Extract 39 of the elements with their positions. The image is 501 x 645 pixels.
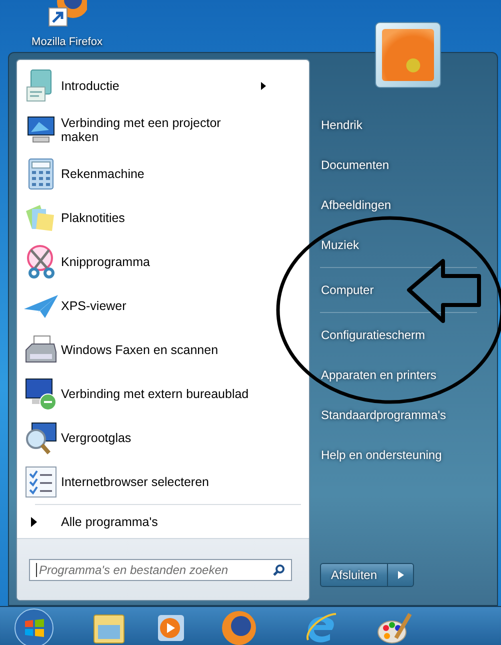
program-item[interactable]: XPS-viewer (17, 284, 309, 328)
program-item[interactable]: Introductie (17, 64, 309, 108)
shutdown-button[interactable]: Afsluiten (320, 563, 388, 587)
program-item[interactable]: Internetbrowser selecteren (17, 460, 309, 504)
checklist-icon (25, 466, 57, 498)
scissors-icon (25, 245, 57, 279)
search-icon (273, 564, 285, 576)
place-link[interactable]: Apparaten en printers (320, 355, 497, 395)
place-link[interactable]: Hendrik (320, 105, 497, 145)
magnifier-icon (24, 421, 58, 455)
place-link[interactable]: Standaardprogramma's (320, 395, 497, 435)
browser-icon[interactable] (220, 608, 258, 645)
start-orb-icon[interactable] (14, 608, 54, 645)
caret-icon (398, 571, 404, 579)
remote-desktop-icon (24, 377, 58, 411)
photo-placeholder (382, 29, 434, 81)
user-picture[interactable] (375, 22, 441, 88)
all-programs-item[interactable]: Alle programma's (17, 504, 309, 538)
program-item[interactable]: Verbinding met een projector maken (17, 108, 309, 152)
program-item[interactable]: Rekenmachine (17, 152, 309, 196)
program-item[interactable]: Verbinding met extern bureaublad (17, 372, 309, 416)
place-link[interactable]: Muziek (320, 225, 497, 265)
place-link[interactable]: Afbeeldingen (320, 185, 497, 225)
place-link[interactable]: Documenten (320, 145, 497, 185)
paper-plane-icon (23, 293, 59, 319)
search-field[interactable]: Programma's en bestanden zoeken (29, 558, 292, 581)
expand-arrow-icon (31, 516, 37, 527)
program-item[interactable]: Windows Faxen en scannen (17, 328, 309, 372)
calculator-icon (26, 158, 56, 190)
program-item[interactable]: Plaknotities (17, 196, 309, 240)
shutdown-options-button[interactable] (388, 563, 414, 587)
program-item[interactable]: Vergrootglas (17, 416, 309, 460)
place-link[interactable]: Help en ondersteuning (320, 435, 497, 475)
desktop-icon-label: Mozilla Firefox (32, 36, 102, 48)
place-link[interactable]: Computer (320, 270, 497, 310)
program-item[interactable]: Knipprogramma (17, 240, 309, 284)
desktop-shortcut[interactable]: Mozilla Firefox (27, 0, 107, 48)
place-link[interactable]: Configuratiescherm (320, 315, 497, 355)
media-player-icon[interactable] (156, 612, 186, 642)
